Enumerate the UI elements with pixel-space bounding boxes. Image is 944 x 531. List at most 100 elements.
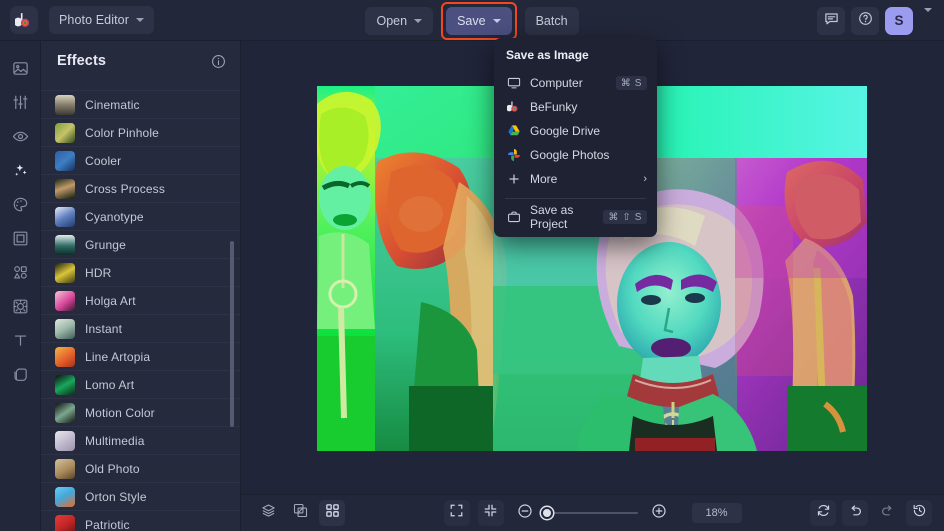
- effect-thumbnail: [55, 178, 75, 199]
- open-button[interactable]: Open: [365, 6, 434, 35]
- list-item[interactable]: Multimedia: [41, 426, 240, 454]
- compare-button[interactable]: [287, 500, 313, 526]
- list-item[interactable]: Cross Process: [41, 174, 240, 202]
- list-item[interactable]: HDR: [41, 258, 240, 286]
- list-item[interactable]: [41, 81, 240, 90]
- avatar[interactable]: S: [885, 6, 913, 35]
- sparkles-icon: [12, 162, 29, 179]
- compare-icon: [293, 503, 308, 523]
- save-label: Save: [457, 13, 486, 28]
- chat-icon-button[interactable]: [817, 6, 845, 35]
- effect-thumbnail: [55, 346, 75, 367]
- app-switcher-label: Photo Editor: [59, 13, 129, 27]
- sidebar-item-edit-adjust[interactable]: [5, 87, 35, 117]
- sidebar-item-textures[interactable]: [5, 291, 35, 321]
- bottom-toolbar: 18%: [241, 494, 944, 531]
- effect-label: Cooler: [85, 153, 122, 168]
- list-item[interactable]: Patriotic: [41, 510, 240, 531]
- list-item[interactable]: Instant: [41, 314, 240, 342]
- account-menu-button[interactable]: [920, 7, 936, 34]
- effect-label: Cyanotype: [85, 209, 144, 224]
- list-item[interactable]: Cinematic: [41, 90, 240, 118]
- zoom-out-button[interactable]: [512, 500, 538, 526]
- panel-scrollbar[interactable]: [230, 241, 234, 427]
- effect-label: Patriotic: [85, 517, 130, 531]
- list-item[interactable]: Orton Style: [41, 482, 240, 510]
- google-photos-icon: [506, 148, 521, 163]
- list-item[interactable]: Cooler: [41, 146, 240, 174]
- chevron-down-icon: [136, 18, 144, 22]
- effect-label: Grunge: [85, 237, 126, 252]
- list-item[interactable]: Grunge: [41, 230, 240, 258]
- effects-panel-header: Effects: [41, 41, 240, 81]
- sidebar-item-artsy[interactable]: [5, 189, 35, 219]
- grid-icon: [325, 503, 340, 523]
- app-switcher[interactable]: Photo Editor: [49, 6, 154, 34]
- sidebar-item-image-manager[interactable]: [5, 53, 35, 83]
- effect-label: Cross Process: [85, 181, 165, 196]
- effect-thumbnail: [55, 430, 75, 451]
- effects-panel: Effects Cinematic Color Pinhole Cooler Cros…: [41, 41, 241, 531]
- eye-icon: [12, 128, 29, 145]
- save-button[interactable]: Save: [446, 6, 512, 35]
- grid-button[interactable]: [319, 500, 345, 526]
- layers-stack-icon: [261, 503, 276, 523]
- redo-button[interactable]: [874, 500, 900, 526]
- fullscreen-button[interactable]: [443, 500, 470, 526]
- list-item[interactable]: Old Photo: [41, 454, 240, 482]
- effect-label: Lomo Art: [85, 377, 135, 392]
- text-icon: [12, 332, 29, 349]
- history-button[interactable]: [906, 500, 932, 526]
- reset-button[interactable]: [810, 500, 836, 526]
- effect-thumbnail: [55, 402, 75, 423]
- effect-label: Cinematic: [85, 97, 140, 112]
- undo-button[interactable]: [842, 500, 868, 526]
- befunky-logo-button[interactable]: [10, 6, 38, 34]
- menu-item-label: More: [530, 172, 558, 186]
- effect-thumbnail: [55, 94, 75, 115]
- layers-stack-button[interactable]: [255, 500, 281, 526]
- expand-icon: [449, 503, 464, 523]
- zoom-slider[interactable]: [540, 507, 638, 519]
- list-item[interactable]: Line Artopia: [41, 342, 240, 370]
- photo-editor-app: Photo Editor Open Save Batch S Effects C…: [0, 0, 944, 531]
- menu-item-more[interactable]: More ›: [494, 167, 657, 191]
- effect-thumbnail: [55, 318, 75, 339]
- save-dropdown-menu: Save as Image Computer ⌘ S BeFunky Google D…: [494, 38, 657, 237]
- fit-to-screen-button[interactable]: [477, 500, 504, 526]
- help-icon-button[interactable]: [851, 6, 879, 35]
- chevron-down-icon: [492, 18, 501, 23]
- batch-button[interactable]: Batch: [524, 6, 579, 35]
- effects-list[interactable]: Cinematic Color Pinhole Cooler Cross Proces…: [41, 81, 240, 531]
- chevron-down-icon: [414, 18, 423, 23]
- zoom-slider-handle[interactable]: [540, 507, 553, 519]
- collapse-icon: [483, 503, 498, 523]
- effect-thumbnail: [55, 206, 75, 227]
- menu-item-befunky[interactable]: BeFunky: [494, 95, 657, 119]
- sidebar-item-graphics[interactable]: [5, 257, 35, 287]
- list-item[interactable]: Holga Art: [41, 286, 240, 314]
- befunky-logo-icon: [13, 11, 34, 30]
- zoom-in-button[interactable]: [646, 500, 672, 526]
- list-item[interactable]: Cyanotype: [41, 202, 240, 230]
- menu-item-save-as-project[interactable]: Save as Project ⌘ ⇧ S: [494, 203, 657, 231]
- menu-item-label: Save as Project: [530, 203, 574, 231]
- info-icon[interactable]: [211, 54, 226, 69]
- menu-item-shortcut: ⌘ S: [615, 76, 647, 90]
- sidebar-item-effects[interactable]: [5, 155, 35, 185]
- list-item[interactable]: Color Pinhole: [41, 118, 240, 146]
- effect-label: Motion Color: [85, 405, 155, 420]
- effect-thumbnail: [55, 290, 75, 311]
- menu-item-google-photos[interactable]: Google Photos: [494, 143, 657, 167]
- sidebar-item-text[interactable]: [5, 325, 35, 355]
- panel-title: Effects: [57, 53, 107, 69]
- sidebar-item-layers[interactable]: [5, 359, 35, 389]
- zoom-level[interactable]: 18%: [691, 503, 742, 523]
- menu-item-computer[interactable]: Computer ⌘ S: [494, 71, 657, 95]
- menu-item-google-drive[interactable]: Google Drive: [494, 119, 657, 143]
- sidebar-item-touch-up[interactable]: [5, 121, 35, 151]
- list-item[interactable]: Motion Color: [41, 398, 240, 426]
- effect-thumbnail: [55, 458, 75, 479]
- list-item[interactable]: Lomo Art: [41, 370, 240, 398]
- sidebar-item-frames[interactable]: [5, 223, 35, 253]
